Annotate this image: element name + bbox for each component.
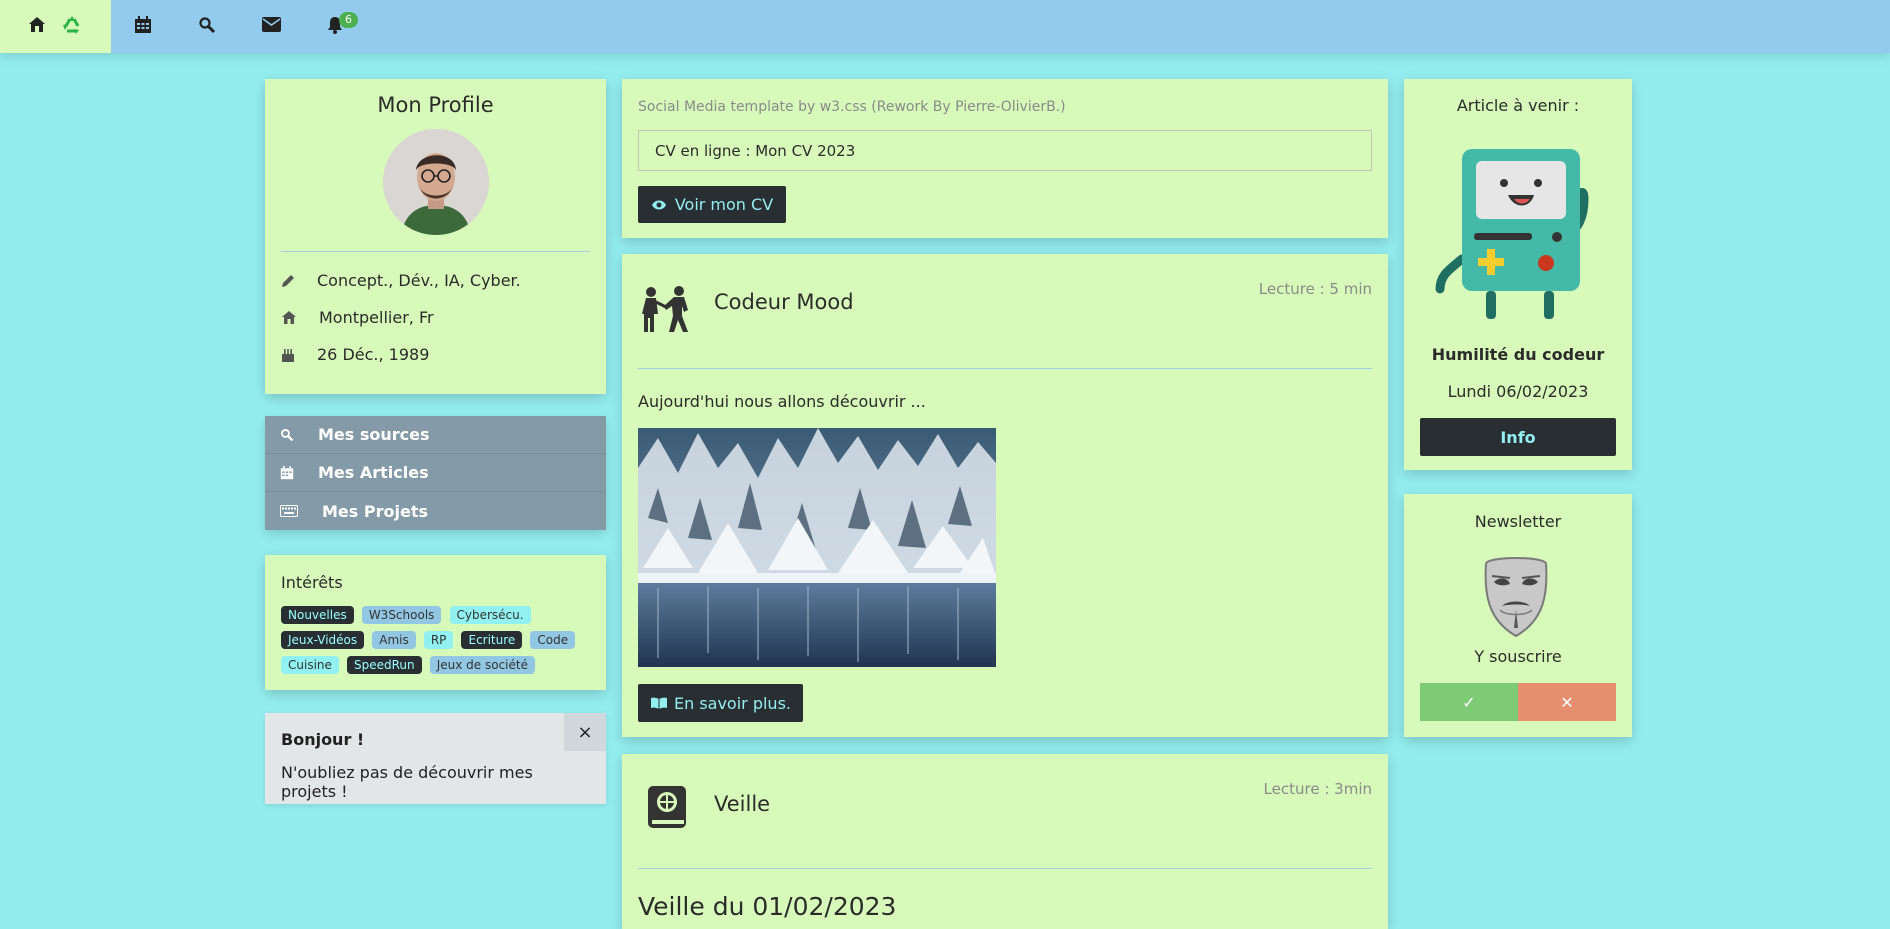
avatar bbox=[382, 129, 489, 235]
alert-title: Bonjour ! bbox=[281, 730, 365, 749]
profile-row-location: Montpellier, Fr bbox=[265, 299, 606, 336]
notification-badge: 6 bbox=[339, 12, 358, 28]
cv-input[interactable]: CV en ligne : Mon CV 2023 bbox=[638, 130, 1372, 171]
nav-item-label: Mes Projets bbox=[322, 501, 428, 521]
nav-item-projects[interactable]: Mes Projets bbox=[265, 492, 606, 530]
nav-item-articles[interactable]: Mes Articles bbox=[265, 454, 606, 492]
post-image bbox=[638, 428, 996, 667]
post-card: Veille Lecture : 3min Veille du 01/02/20… bbox=[622, 754, 1388, 929]
book-globe-icon bbox=[646, 784, 688, 834]
profile-row-birthday: 26 Déc., 1989 bbox=[265, 336, 606, 373]
tag[interactable]: Amis bbox=[372, 631, 416, 649]
info-button[interactable]: Info bbox=[1420, 418, 1616, 456]
top-bar: 6 bbox=[0, 0, 1890, 53]
tag[interactable]: W3Schools bbox=[361, 606, 442, 624]
dancing-people-icon bbox=[638, 284, 694, 340]
divider bbox=[281, 251, 590, 252]
profile-row-label: Concept., Dév., IA, Cyber. bbox=[317, 271, 521, 290]
newsletter-card: Newsletter Y souscrire ✓ ✕ bbox=[1404, 494, 1632, 737]
search-icon bbox=[280, 428, 318, 442]
search-icon bbox=[198, 16, 216, 38]
book-open-icon bbox=[650, 697, 668, 709]
home-icon bbox=[281, 310, 317, 325]
newsletter-cta: Y souscrire bbox=[1474, 647, 1562, 666]
calendar-icon bbox=[134, 15, 152, 38]
upcoming-date: Lundi 06/02/2023 bbox=[1447, 382, 1589, 401]
accept-button[interactable]: ✓ bbox=[1420, 683, 1518, 721]
view-cv-label: Voir mon CV bbox=[674, 195, 774, 214]
read-more-label: En savoir plus. bbox=[673, 693, 791, 713]
tag[interactable]: SpeedRun bbox=[347, 656, 422, 674]
mask-icon bbox=[1480, 554, 1552, 642]
search-button[interactable] bbox=[175, 0, 239, 53]
home-icon bbox=[27, 15, 47, 39]
tag[interactable]: Ecriture bbox=[461, 631, 523, 649]
tag[interactable]: Nouvelles bbox=[281, 606, 354, 624]
profile-row-skills: Concept., Dév., IA, Cyber. bbox=[265, 262, 606, 299]
interests-card: Intérêts Nouvelles W3Schools Cybersécu. … bbox=[265, 555, 606, 690]
newsletter-title: Newsletter bbox=[1474, 512, 1562, 531]
notifications-button[interactable]: 6 bbox=[303, 0, 367, 53]
tag[interactable]: Cybersécu. bbox=[449, 606, 531, 624]
profile-title: Mon Profile bbox=[377, 93, 494, 117]
keyboard-icon bbox=[280, 505, 318, 517]
profile-card: Mon Profile Concept., Dév., IA, Cyber. M… bbox=[265, 79, 606, 394]
post-heading: Veille du 01/02/2023 bbox=[638, 892, 897, 921]
close-button[interactable]: × bbox=[564, 713, 606, 751]
calendar-button[interactable] bbox=[111, 0, 175, 53]
nav-item-label: Mes Articles bbox=[318, 463, 429, 482]
upcoming-article-name: Humilité du codeur bbox=[1431, 345, 1605, 364]
post-title: Codeur Mood bbox=[714, 290, 854, 314]
cv-card: Social Media template by w3.css (Rework … bbox=[622, 79, 1388, 238]
divider bbox=[638, 368, 1372, 369]
tag-list: Nouvelles W3Schools Cybersécu. Jeux-Vidé… bbox=[281, 604, 581, 679]
profile-row-label: Montpellier, Fr bbox=[319, 308, 434, 327]
post-title: Veille bbox=[714, 792, 771, 816]
messages-button[interactable] bbox=[239, 0, 303, 53]
interests-title: Intérêts bbox=[281, 573, 343, 592]
reject-button[interactable]: ✕ bbox=[1518, 683, 1616, 721]
bmo-robot-image bbox=[1434, 149, 1604, 325]
tag[interactable]: Cuisine bbox=[281, 656, 339, 674]
pencil-icon bbox=[281, 274, 317, 288]
divider bbox=[638, 868, 1372, 869]
post-card: Codeur Mood Lecture : 5 min Aujourd'hui … bbox=[622, 254, 1388, 737]
profile-row-label: 26 Déc., 1989 bbox=[317, 345, 430, 364]
view-cv-button[interactable]: Voir mon CV bbox=[638, 186, 786, 223]
calendar-icon bbox=[280, 465, 318, 480]
post-text: Aujourd'hui nous allons découvrir ... bbox=[638, 392, 926, 411]
tag[interactable]: Jeux de société bbox=[429, 656, 535, 674]
mail-icon bbox=[261, 17, 281, 36]
cake-icon bbox=[281, 347, 317, 362]
template-caption: Social Media template by w3.css (Rework … bbox=[638, 99, 1066, 115]
side-nav: Mes sources Mes Articles Mes Projets bbox=[265, 416, 606, 530]
read-more-button[interactable]: En savoir plus. bbox=[638, 684, 803, 722]
tag[interactable]: Code bbox=[530, 631, 576, 649]
tag[interactable]: RP bbox=[423, 631, 454, 649]
reading-time: Lecture : 5 min bbox=[1258, 280, 1372, 298]
recycle-icon bbox=[60, 13, 84, 41]
upcoming-article-card: Article à venir : Humilité du codeur Lun… bbox=[1404, 79, 1632, 470]
alert-message: N'oubliez pas de découvrir mes projets ! bbox=[281, 763, 533, 801]
reading-time: Lecture : 3min bbox=[1263, 780, 1372, 798]
nav-item-sources[interactable]: Mes sources bbox=[265, 416, 606, 454]
upcoming-title: Article à venir : bbox=[1456, 96, 1580, 115]
welcome-alert: × Bonjour ! N'oubliez pas de découvrir m… bbox=[265, 713, 606, 804]
nav-item-label: Mes sources bbox=[318, 425, 430, 444]
eye-icon bbox=[651, 199, 667, 211]
tag[interactable]: Jeux-Vidéos bbox=[281, 631, 365, 649]
home-button[interactable] bbox=[0, 0, 111, 53]
